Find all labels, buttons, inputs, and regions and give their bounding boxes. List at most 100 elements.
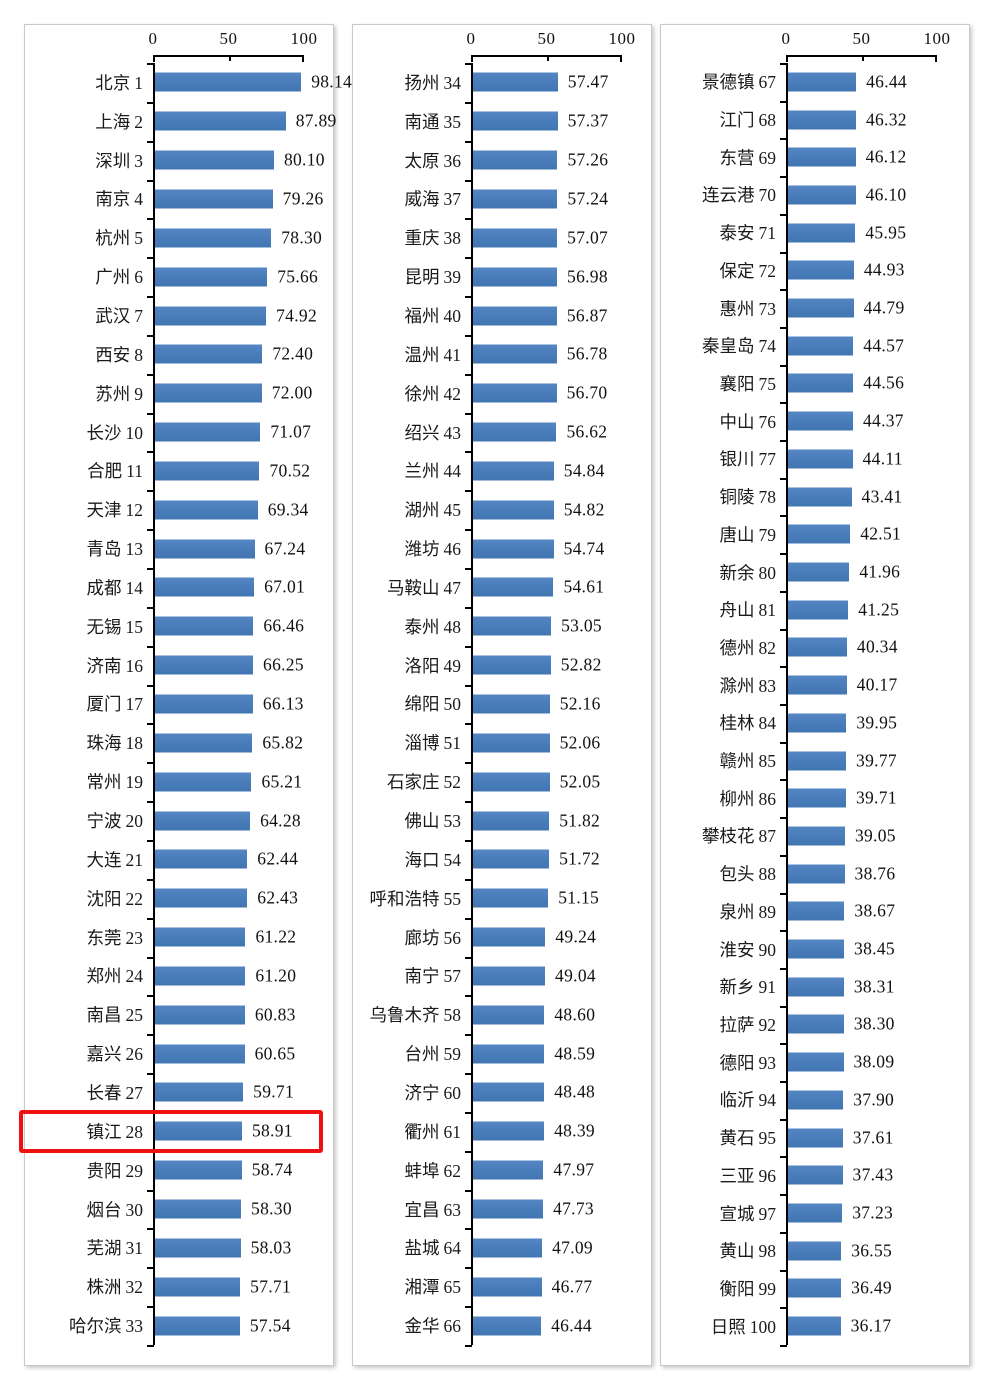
city-rank-label: 湘潭 65 [353, 1274, 469, 1299]
bar [471, 1277, 542, 1297]
bar [471, 150, 558, 170]
city-rank-label: 秦皇岛 74 [661, 333, 784, 358]
bar-row: 南昌 25 60.83 [25, 995, 333, 1034]
city-name: 德州 [719, 637, 755, 658]
city-rank-label: 株洲 32 [25, 1274, 151, 1299]
bar [471, 111, 558, 131]
y-axis-tick [465, 762, 472, 765]
bar-track: 80.10 [151, 141, 333, 180]
bar-value-label: 46.77 [551, 1276, 593, 1297]
bar-track: 57.71 [151, 1267, 333, 1306]
y-axis-tick [147, 1150, 154, 1153]
bar [471, 577, 554, 597]
y-axis-tick [780, 364, 787, 367]
city-name: 南昌 [86, 1005, 122, 1026]
bar [471, 616, 552, 636]
bar-track: 54.82 [469, 490, 651, 529]
rank-number: 21 [125, 849, 144, 870]
city-rank-label: 黄石 95 [661, 1125, 784, 1150]
bar-track: 44.56 [784, 365, 969, 403]
rank-number: 84 [758, 713, 777, 734]
city-name: 东莞 [86, 927, 122, 948]
city-name: 铜陵 [719, 487, 755, 508]
y-axis-tick [780, 326, 787, 329]
bar-value-label: 44.79 [863, 297, 905, 318]
y-axis-tick [780, 1043, 787, 1046]
city-rank-label: 合肥 11 [25, 458, 151, 483]
city-rank-label: 德州 82 [661, 635, 784, 660]
rank-number: 24 [125, 966, 144, 987]
bar-track: 61.22 [151, 918, 333, 957]
rank-number: 35 [443, 111, 462, 132]
y-axis-tick [147, 568, 154, 571]
bar [153, 228, 272, 248]
y-axis-tick [465, 490, 472, 493]
bar-value-label: 80.10 [283, 149, 325, 170]
city-name: 银川 [719, 449, 755, 470]
city-rank-label: 成都 14 [25, 575, 151, 600]
bar-row: 宁波 20 64.28 [25, 801, 333, 840]
bar-value-label: 74.92 [276, 305, 317, 325]
x-axis: 0 50 100 [661, 25, 969, 63]
city-rank-label: 宜昌 63 [353, 1197, 469, 1222]
city-name: 南宁 [404, 966, 440, 987]
city-name: 青岛 [86, 539, 122, 560]
city-rank-label: 沈阳 22 [25, 886, 151, 911]
rank-number: 34 [443, 72, 462, 93]
bar-row: 湖州 45 54.82 [353, 490, 651, 529]
bar-value-label: 36.55 [851, 1240, 893, 1261]
y-axis-tick [780, 63, 787, 65]
bar [471, 1005, 545, 1025]
bar-value-label: 66.13 [262, 693, 304, 714]
bar-track: 61.20 [151, 957, 333, 996]
bar [471, 655, 551, 675]
city-name: 珠海 [86, 733, 122, 754]
y-axis-tick [780, 477, 787, 480]
x-axis-tick-label: 100 [290, 29, 318, 48]
city-rank-label: 无锡 15 [25, 614, 151, 639]
bar [153, 577, 255, 597]
y-axis-tick [465, 218, 472, 221]
bar-value-label: 41.96 [859, 561, 901, 582]
bar [153, 1277, 241, 1297]
bar-track: 42.51 [784, 515, 969, 553]
city-name: 拉萨 [719, 1014, 755, 1035]
bar-track: 59.71 [151, 1073, 333, 1112]
bar-track: 72.40 [151, 335, 333, 374]
rank-number: 17 [125, 694, 144, 715]
y-axis-tick [147, 995, 154, 998]
bar [153, 461, 260, 481]
bar [786, 1203, 843, 1223]
bar-value-label: 44.56 [863, 372, 905, 393]
rank-number: 14 [125, 577, 144, 598]
bar-value-label: 66.46 [263, 615, 305, 636]
city-rank-label: 南昌 25 [25, 1002, 151, 1027]
bar-track: 39.71 [784, 779, 969, 817]
y-axis-tick [780, 1081, 787, 1084]
bar-value-label: 58.91 [251, 1120, 293, 1141]
city-rank-label: 廊坊 56 [353, 925, 469, 950]
bar-track: 65.21 [151, 762, 333, 801]
city-name: 太原 [404, 150, 440, 171]
rank-number: 10 [125, 422, 144, 443]
bar-row: 舟山 81 41.25 [661, 591, 969, 629]
city-rank-label: 绍兴 43 [353, 420, 469, 445]
rank-number: 55 [443, 888, 462, 909]
x-axis-tick [471, 55, 473, 62]
bar [786, 223, 856, 243]
rank-number: 13 [125, 539, 144, 560]
x-axis-tick [786, 55, 788, 62]
y-axis-tick [147, 373, 154, 376]
bar-rows: 景德镇 67 46.44 江门 68 46.32 东营 69 46.12 连云港 70 46.10 泰安… [661, 63, 969, 1347]
bar-row: 北京 1 98.14 [25, 63, 352, 102]
city-rank-label: 常州 19 [25, 769, 151, 794]
rank-number: 18 [125, 733, 144, 754]
bar-value-label: 54.82 [563, 499, 605, 520]
y-axis-tick [465, 334, 472, 337]
bar-row: 嘉兴 26 60.65 [25, 1034, 333, 1073]
bar-value-label: 98.14 [311, 71, 353, 92]
rank-number: 98 [758, 1241, 777, 1262]
bar [153, 72, 302, 92]
rank-number: 36 [443, 150, 462, 171]
chart-panel: 0 50 100 景德镇 67 46.44 江门 68 46.32 东营 69 46.12 连云港 70 4… [660, 24, 970, 1366]
